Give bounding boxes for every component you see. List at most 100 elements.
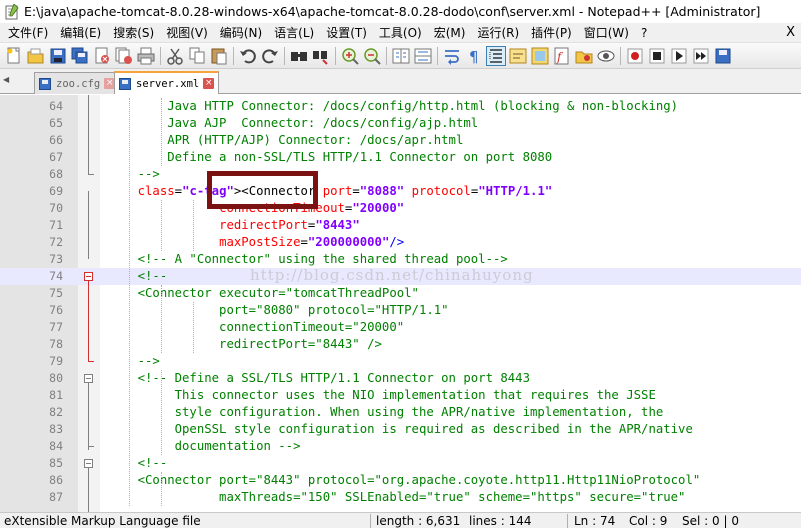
status-length: length : 6,631 [376,514,461,528]
menu-help[interactable]: ? [635,23,653,43]
sync-v-icon[interactable] [391,46,411,66]
close-icon[interactable] [92,46,112,66]
function-list-icon[interactable]: f [552,46,572,66]
fold-line [88,382,89,450]
fold-toggle-icon[interactable] [84,272,93,281]
save-macro-icon[interactable] [713,46,733,66]
tab-label: zoo.cfg [56,77,101,90]
replace-icon[interactable] [311,46,331,66]
line-number: 72 [49,235,63,249]
code-text: Java HTTP Connector: /docs/config/http.h… [108,99,679,113]
code-text: documentation --> [108,439,301,453]
word-wrap-icon[interactable] [442,46,462,66]
highlight-annotation-box [207,171,318,209]
code-text: connectionTimeout="20000" [108,320,405,334]
close-all-icon[interactable] [114,46,134,66]
stop-icon[interactable] [647,46,667,66]
lang-icon[interactable] [508,46,528,66]
print-icon[interactable] [136,46,156,66]
tab-server-xml[interactable]: server.xml × [114,71,220,94]
tab-scroll-left-icon[interactable]: ◀ [3,75,9,84]
code-text: <!-- A "Connector" using the shared thre… [108,252,508,266]
close-document-button[interactable]: X [786,25,795,40]
toolbar-separator [233,46,234,65]
indent-guide [129,98,130,506]
tab-zoo-cfg[interactable]: zoo.cfg × [34,72,121,94]
menu-plugins[interactable]: 插件(P) [525,23,578,43]
menu-tools[interactable]: 工具(O) [373,23,428,43]
line-number: 74 [49,269,63,283]
play-icon[interactable] [669,46,689,66]
folder-workspace-icon[interactable] [574,46,594,66]
line-number: 76 [49,303,63,317]
code-line: 86 <Connector port="8443" protocol="org.… [0,472,801,489]
indent-guide [161,285,162,353]
fold-line [88,95,89,174]
record-icon[interactable] [625,46,645,66]
tab-label: server.xml [136,77,200,90]
monitor-icon[interactable] [596,46,616,66]
code-line: 80 <!-- Define a SSL/TLS HTTP/1.1 Connec… [0,370,801,387]
code-text: Java AJP Connector: /docs/config/ajp.htm… [108,116,479,130]
toolbar: ¶ f [0,43,801,69]
redo-icon[interactable] [260,46,280,66]
undo-icon[interactable] [238,46,258,66]
code-line: 77 connectionTimeout="20000" [0,319,801,336]
toolbar-separator [335,46,336,65]
menu-window[interactable]: 窗口(W) [578,23,635,43]
code-text: <Connector executor="tomcatThreadPool" [108,286,419,300]
line-number: 68 [49,167,63,181]
open-file-icon[interactable] [26,46,46,66]
tab-bar: ◀ zoo.cfg × server.xml × [0,69,801,94]
play-multi-icon[interactable] [691,46,711,66]
notepadpp-app-icon [5,2,19,20]
code-text: <!-- [108,269,168,283]
window-title: E:\java\apache-tomcat-8.0.28-windows-x64… [24,4,761,19]
doc-map-icon[interactable] [530,46,550,66]
menu-file[interactable]: 文件(F) [0,23,54,43]
tab-close-icon[interactable]: × [203,78,215,89]
paste-icon[interactable] [209,46,229,66]
code-line: 76 port="8080" protocol="HTTP/1.1" [0,302,801,319]
code-line: 82 style configuration. When using the A… [0,404,801,421]
code-line: 65 Java AJP Connector: /docs/config/ajp.… [0,115,801,132]
code-text: OpenSSL style configuration is required … [108,422,693,436]
fold-line [88,361,94,362]
code-line: 87 maxThreads="150" SSLEnabled="true" sc… [0,489,801,506]
menu-run[interactable]: 运行(R) [471,23,525,43]
menu-encoding[interactable]: 编码(N) [214,23,268,43]
menu-language[interactable]: 语言(L) [268,23,320,43]
code-text: <Connector port="8443" protocol="org.apa… [108,473,701,487]
status-lines: lines : 144 [469,514,532,528]
find-icon[interactable] [289,46,309,66]
line-number: 69 [49,184,63,198]
new-file-icon[interactable] [4,46,24,66]
menu-search[interactable]: 搜索(S) [107,23,160,43]
line-number: 83 [49,422,63,436]
line-number: 87 [49,490,63,504]
zoom-in-icon[interactable] [340,46,360,66]
code-line: 66 APR (HTTP/AJP) Connector: /docs/apr.h… [0,132,801,149]
fold-line [88,191,89,259]
line-number: 78 [49,337,63,351]
all-chars-icon[interactable]: ¶ [464,46,484,66]
sync-h-icon[interactable] [413,46,433,66]
line-number: 75 [49,286,63,300]
menu-edit[interactable]: 编辑(E) [54,23,107,43]
menu-view[interactable]: 视图(V) [160,23,214,43]
save-all-icon[interactable] [70,46,90,66]
copy-icon[interactable] [187,46,207,66]
code-line: 73 <!-- A "Connector" using the shared t… [0,251,801,268]
indent-guide-icon[interactable] [486,45,506,66]
zoom-out-icon[interactable] [362,46,382,66]
indent-guide [161,472,162,506]
indent-guide [161,200,162,251]
save-icon[interactable] [48,46,68,66]
code-line: 84 documentation --> [0,438,801,455]
code-editor[interactable]: 64 Java HTTP Connector: /docs/config/htt… [0,95,801,512]
menu-macro[interactable]: 宏(M) [428,23,472,43]
disk-icon [119,77,131,90]
menu-settings[interactable]: 设置(T) [320,23,373,43]
code-text: --> [108,354,160,368]
cut-icon[interactable] [165,46,185,66]
